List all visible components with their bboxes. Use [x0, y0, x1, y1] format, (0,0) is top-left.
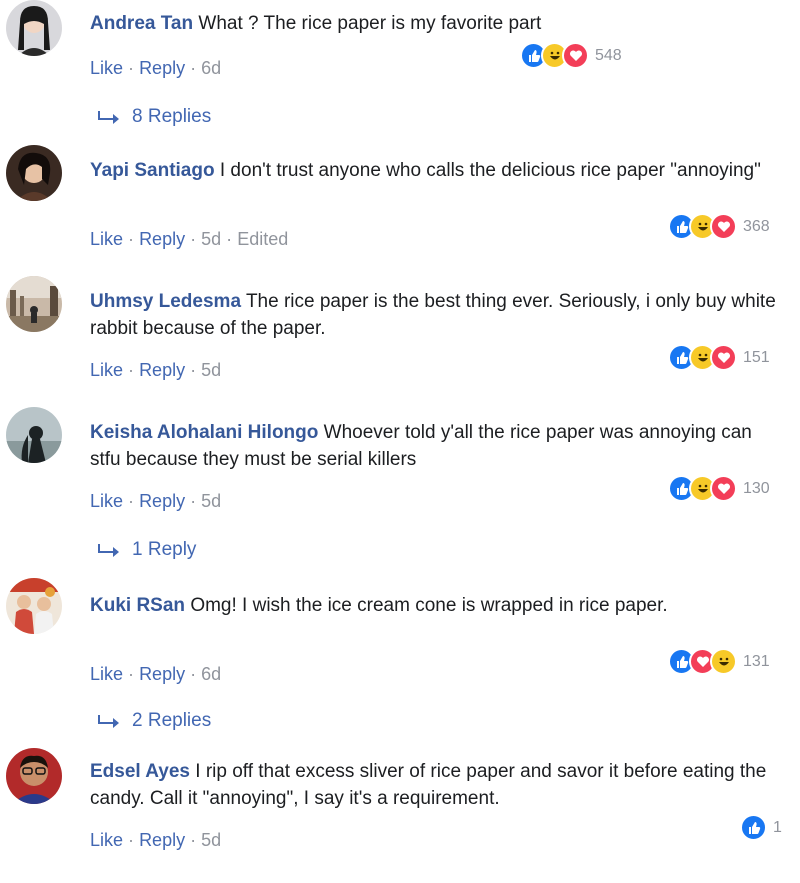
like-link[interactable]: Like	[90, 830, 123, 850]
separator: ·	[226, 229, 233, 249]
separator: ·	[190, 58, 197, 78]
comment-message: What ? The rice paper is my favorite par…	[198, 13, 542, 34]
reply-arrow-icon	[98, 544, 119, 557]
separator: ·	[190, 830, 197, 850]
comment-actions: Like · Reply · 5d	[90, 360, 221, 381]
avatar[interactable]	[6, 578, 62, 634]
avatar[interactable]	[6, 0, 62, 56]
separator: ·	[190, 229, 197, 249]
timestamp[interactable]: 5d	[201, 360, 221, 380]
timestamp[interactable]: 6d	[201, 58, 221, 78]
comment-text: Andrea Tan What ? The rice paper is my f…	[90, 10, 780, 37]
timestamp[interactable]: 5d	[201, 491, 221, 511]
reaction-summary[interactable]: 1	[740, 814, 782, 841]
avatar[interactable]	[6, 748, 62, 804]
comment-actions: Like · Reply · 5d	[90, 830, 221, 851]
reaction-summary[interactable]: 130	[668, 475, 770, 502]
like-link[interactable]: Like	[90, 58, 123, 78]
reply-link[interactable]: Reply	[139, 360, 185, 380]
like-link[interactable]: Like	[90, 491, 123, 511]
like-reaction-icon	[740, 814, 767, 841]
replies-label: 1 Reply	[132, 539, 197, 560]
separator: ·	[190, 664, 197, 684]
view-replies-link[interactable]: 2 Replies	[98, 710, 211, 732]
comment-text: Keisha Alohalani Hilongo Whoever told y'…	[90, 419, 780, 473]
reaction-summary[interactable]: 368	[668, 213, 770, 240]
reaction-count: 151	[743, 348, 770, 366]
reaction-summary[interactable]: 131	[668, 648, 770, 675]
comment-text: Kuki RSan Omg! I wish the ice cream cone…	[90, 592, 780, 619]
comment-author[interactable]: Keisha Alohalani Hilongo	[90, 422, 318, 443]
reaction-count: 368	[743, 217, 770, 235]
avatar[interactable]	[6, 407, 62, 463]
comment-actions: Like · Reply · 6d	[90, 58, 221, 79]
avatar[interactable]	[6, 145, 62, 201]
comment-text: Edsel Ayes I rip off that excess sliver …	[90, 758, 780, 812]
comment-actions: Like · Reply · 5d · Edited	[90, 229, 288, 250]
comment-text: Yapi Santiago I don't trust anyone who c…	[90, 157, 780, 184]
separator: ·	[128, 664, 135, 684]
separator: ·	[128, 58, 135, 78]
timestamp[interactable]: 6d	[201, 664, 221, 684]
like-link[interactable]: Like	[90, 360, 123, 380]
comment-message: I rip off that excess sliver of rice pap…	[90, 761, 767, 809]
comment-actions: Like · Reply · 5d	[90, 491, 221, 512]
haha-reaction-icon	[710, 648, 737, 675]
view-replies-link[interactable]: 8 Replies	[98, 106, 211, 128]
separator: ·	[128, 229, 135, 249]
reaction-summary[interactable]: 548	[520, 42, 622, 69]
separator: ·	[128, 360, 135, 380]
reply-link[interactable]: Reply	[139, 664, 185, 684]
separator: ·	[190, 360, 197, 380]
edited-label[interactable]: Edited	[237, 229, 288, 249]
love-reaction-icon	[710, 213, 737, 240]
love-reaction-icon	[562, 42, 589, 69]
timestamp[interactable]: 5d	[201, 229, 221, 249]
reply-arrow-icon	[98, 715, 119, 728]
comment-message: Omg! I wish the ice cream cone is wrappe…	[190, 595, 668, 616]
comment-author[interactable]: Yapi Santiago	[90, 160, 215, 181]
replies-label: 8 Replies	[132, 106, 212, 127]
reaction-count: 131	[743, 652, 770, 670]
like-link[interactable]: Like	[90, 229, 123, 249]
love-reaction-icon	[710, 344, 737, 371]
comment-author[interactable]: Kuki RSan	[90, 595, 185, 616]
reaction-count: 130	[743, 479, 770, 497]
reply-arrow-icon	[98, 111, 119, 124]
reaction-count: 548	[595, 46, 622, 64]
comment-text: Uhmsy Ledesma The rice paper is the best…	[90, 288, 780, 342]
comment-author[interactable]: Andrea Tan	[90, 13, 193, 34]
reply-link[interactable]: Reply	[139, 229, 185, 249]
love-reaction-icon	[710, 475, 737, 502]
replies-label: 2 Replies	[132, 710, 212, 731]
avatar[interactable]	[6, 276, 62, 332]
separator: ·	[128, 830, 135, 850]
reply-link[interactable]: Reply	[139, 830, 185, 850]
separator: ·	[190, 491, 197, 511]
comment-actions: Like · Reply · 6d	[90, 664, 221, 685]
comment-message: I don't trust anyone who calls the delic…	[219, 160, 761, 181]
reaction-summary[interactable]: 151	[668, 344, 770, 371]
reaction-count: 1	[773, 818, 782, 836]
view-replies-link[interactable]: 1 Reply	[98, 539, 196, 561]
reply-link[interactable]: Reply	[139, 491, 185, 511]
reply-link[interactable]: Reply	[139, 58, 185, 78]
comment-author[interactable]: Uhmsy Ledesma	[90, 291, 241, 312]
comment-author[interactable]: Edsel Ayes	[90, 761, 190, 782]
timestamp[interactable]: 5d	[201, 830, 221, 850]
like-link[interactable]: Like	[90, 664, 123, 684]
separator: ·	[128, 491, 135, 511]
